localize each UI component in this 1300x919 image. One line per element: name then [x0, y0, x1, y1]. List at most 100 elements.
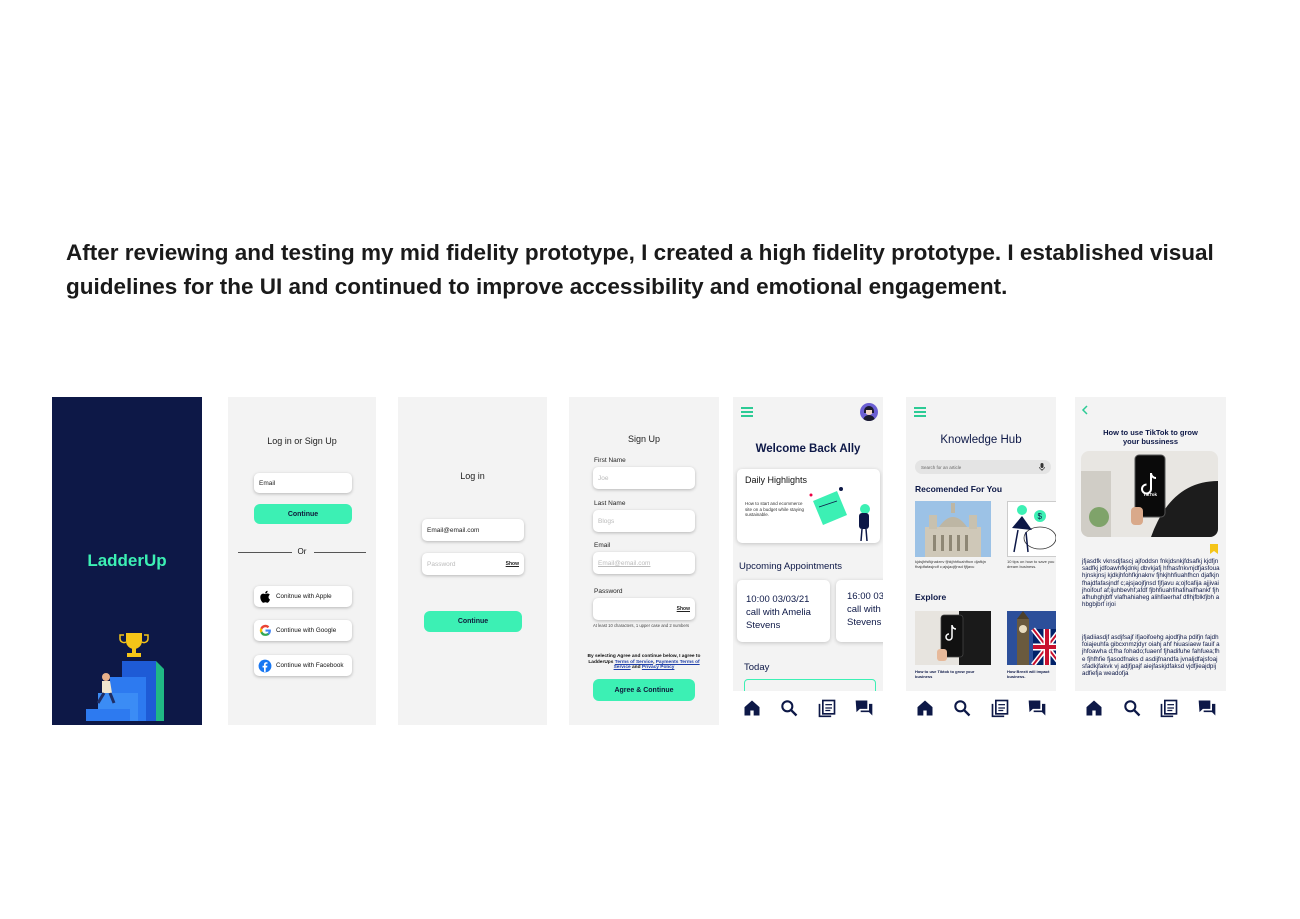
explore-image-tiktok[interactable] — [915, 611, 991, 665]
chat-icon[interactable] — [1027, 698, 1047, 718]
facebook-button-label: Continue with Facebook — [276, 662, 344, 669]
continue-with-facebook-button[interactable]: Continue with Facebook — [254, 655, 352, 676]
article-hero-image: TikTok — [1081, 451, 1218, 537]
recommended-caption: kjdsjhfsfkjnakrnv fjhkjhhfiuahfhcn djafk… — [915, 559, 986, 569]
email-field[interactable]: Email@email.com — [422, 519, 524, 541]
highlights-title: Daily Highlights — [745, 475, 808, 485]
explore-title: Explore — [915, 592, 947, 602]
appointment-time: 10:00 03/03/21 call with Amelia Stevens — [746, 593, 826, 632]
explore-caption: How Brexit will impact business. — [1007, 669, 1050, 679]
chat-icon[interactable] — [854, 698, 874, 718]
screen-title: Sign Up — [627, 434, 661, 444]
email-field[interactable]: Email — [254, 473, 352, 493]
appointment-detail: call with Amelia Stevens — [746, 607, 811, 631]
appointment-detail: call with Stevens — [847, 604, 882, 628]
email-placeholder: Email@email.com — [598, 559, 651, 567]
password-hint: At least 10 characters, 1 upper case and… — [593, 623, 690, 628]
continue-button[interactable]: Continue — [254, 504, 352, 524]
chat-icon[interactable] — [1197, 698, 1217, 718]
welcome-heading: Welcome Back Ally — [755, 443, 861, 455]
article-title: How to use TikTok to grow your bussiness — [1103, 428, 1198, 446]
article-screen: How to use TikTok to grow your bussiness… — [1075, 397, 1226, 725]
menu-icon[interactable] — [741, 407, 753, 419]
highlights-text: How to start and ecommerce site on a bud… — [745, 501, 805, 517]
email-field[interactable]: Email@email.com — [593, 552, 695, 574]
divider-right — [314, 552, 366, 553]
recommended-image-cathedral[interactable] — [915, 501, 991, 557]
avatar[interactable] — [860, 403, 878, 421]
bottom-nav — [906, 691, 1056, 725]
first-name-placeholder: Joe — [598, 474, 609, 482]
first-name-field[interactable]: Joe — [593, 467, 695, 489]
password-field[interactable]: Password Show — [422, 553, 524, 575]
password-placeholder: Password — [427, 560, 456, 568]
recommended-title: Recomended For You — [915, 484, 1003, 494]
agree-continue-button[interactable]: Agree & Continue — [593, 679, 695, 701]
google-icon — [254, 624, 276, 637]
apple-icon — [254, 590, 276, 603]
hub-title: Knowledge Hub — [940, 434, 1022, 446]
articles-icon[interactable] — [1159, 698, 1179, 718]
articles-icon[interactable] — [817, 698, 837, 718]
splash-screen: LadderUp — [52, 397, 202, 725]
first-name-label: First Name — [594, 457, 626, 464]
last-name-label: Last Name — [594, 500, 626, 507]
screen-title: Log in or Sign Up — [267, 436, 337, 446]
login-screen: Log in Email@email.com Password Show Con… — [398, 397, 547, 725]
article-paragraph: jfjasdfk vknsdjfascj ajfoddsn fnkjdsnkjf… — [1082, 558, 1220, 609]
terms-of-service-link[interactable]: Terms of Service — [615, 660, 653, 665]
terms-and: and — [632, 665, 641, 671]
screen-title: Log in — [460, 471, 485, 481]
articles-icon[interactable] — [990, 698, 1010, 718]
privacy-policy-link[interactable]: Privacy Policy — [642, 665, 675, 670]
tiktok-label: TikTok — [1142, 492, 1158, 497]
explore-image-brexit[interactable] — [1007, 611, 1056, 665]
article-paragraph: jfjadiiasdjf asdjfsajf ifjaoifoehg ajodf… — [1082, 634, 1220, 678]
search-icon[interactable] — [779, 698, 799, 718]
search-bar[interactable]: Search for an article — [915, 460, 1051, 474]
ladder-trophy-illustration — [86, 633, 164, 721]
appointment-card[interactable]: 16:00 03 call with Stevens — [836, 580, 883, 642]
intro-paragraph: After reviewing and testing my mid fidel… — [66, 240, 1214, 299]
terms-text: By selecting Agree and continue below, I… — [587, 654, 701, 671]
search-icon[interactable] — [1122, 698, 1142, 718]
app-logo: LadderUp — [87, 551, 167, 570]
back-arrow-icon[interactable] — [1081, 405, 1089, 415]
daily-highlights-card[interactable]: Daily Highlights How to start and ecomme… — [737, 469, 880, 543]
login-or-signup-screen: Log in or Sign Up Email Continue Or Coni… — [228, 397, 376, 725]
appointments-title: Upcoming Appointments — [739, 561, 842, 572]
recommended-image-piggybank[interactable]: $ — [1007, 501, 1056, 557]
appointment-time-text: 16:00 03 — [847, 591, 883, 602]
bottom-nav — [733, 691, 883, 725]
home-screen: Welcome Back Ally Daily Highlights How t… — [733, 397, 883, 725]
last-name-placeholder: Blogs — [598, 517, 615, 525]
continue-with-apple-button[interactable]: Conitnue with Apple — [254, 586, 352, 607]
password-label: Password — [594, 588, 623, 595]
last-name-field[interactable]: Blogs — [593, 510, 695, 532]
bookmark-icon[interactable] — [1210, 544, 1218, 554]
ecommerce-illustration — [809, 487, 870, 542]
microphone-icon[interactable] — [1039, 463, 1045, 471]
home-icon[interactable] — [1084, 698, 1104, 718]
home-icon[interactable] — [915, 698, 935, 718]
menu-icon[interactable] — [914, 407, 926, 419]
apple-button-label: Conitnue with Apple — [276, 593, 332, 600]
today-heading: Today — [744, 662, 770, 673]
continue-button[interactable]: Continue — [424, 611, 522, 632]
facebook-icon — [254, 659, 276, 673]
signup-screen: Sign Up First Name Joe Last Name Blogs E… — [569, 397, 719, 725]
explore-caption: How to use Tiktok to grow your business — [915, 669, 975, 679]
search-placeholder: Search for an article — [921, 464, 962, 470]
password-field[interactable]: Show — [593, 598, 695, 620]
home-icon[interactable] — [742, 698, 762, 718]
appointment-time-text: 10:00 03/03/21 — [746, 594, 810, 605]
email-label: Email — [594, 542, 611, 549]
search-icon[interactable] — [952, 698, 972, 718]
recommended-caption: 10 tips on how to save you dream busines… — [1007, 559, 1055, 569]
show-password-toggle[interactable]: Show — [506, 561, 519, 567]
show-password-toggle[interactable]: Show — [677, 606, 690, 612]
continue-with-google-button[interactable]: Continue with Google — [254, 620, 352, 641]
appointment-card[interactable]: 10:00 03/03/21 call with Amelia Stevens — [737, 580, 830, 642]
bottom-nav — [1075, 691, 1226, 725]
svg-text:$: $ — [1038, 512, 1043, 521]
